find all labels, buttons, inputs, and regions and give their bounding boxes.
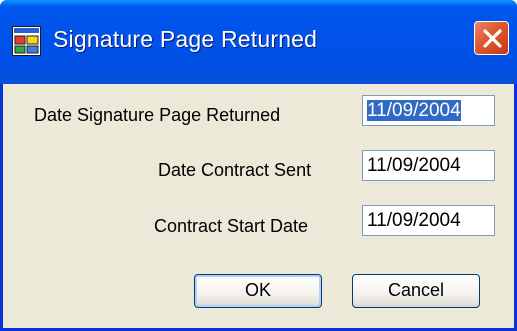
date-signature-page-returned-label: Date Signature Page Returned [34, 105, 281, 125]
contract-start-date-value: 11/09/2004 [367, 210, 461, 231]
window-title: Signature Page Returned [53, 26, 318, 52]
date-contract-sent-field[interactable]: 11/09/2004 [362, 150, 495, 181]
ok-button[interactable]: OK [194, 274, 322, 308]
close-button[interactable] [474, 21, 509, 55]
date-contract-sent-value: 11/09/2004 [367, 155, 461, 176]
date-signature-page-returned-field[interactable]: 11/09/2004 [362, 95, 495, 126]
contract-start-date-field[interactable]: 11/09/2004 [362, 205, 495, 236]
contract-start-date-label: Contract Start Date [154, 216, 309, 236]
cancel-button[interactable]: Cancel [352, 274, 480, 308]
form-window-icon [12, 26, 41, 56]
dialog-body: Date Signature Page Returned 11/09/2004 … [3, 84, 514, 328]
title-bar[interactable]: Signature Page Returned [0, 0, 517, 84]
date-contract-sent-label: Date Contract Sent [158, 160, 312, 180]
dialog-window: Signature Page Returned Date Signature P… [0, 0, 517, 331]
date-signature-page-returned-value: 11/09/2004 [367, 100, 461, 121]
